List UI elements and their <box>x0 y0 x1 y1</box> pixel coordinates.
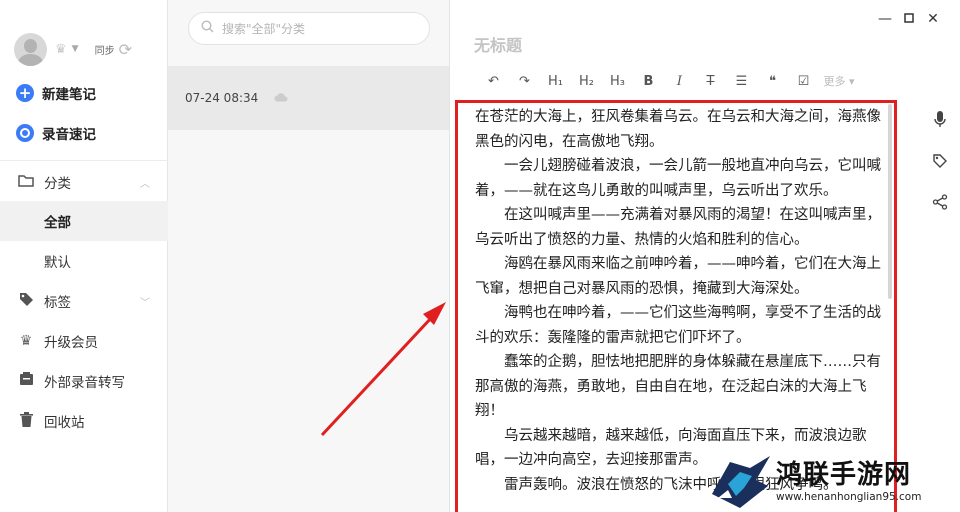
chevron-down-icon: ▾ <box>848 75 855 88</box>
cloud-icon <box>274 91 288 106</box>
paragraph: 一会儿翅膀碰着波浪，一会儿箭一般地直冲向乌云，它叫喊着，——就在这鸟儿勇敢的叫喊… <box>475 158 881 199</box>
sidebar: ♛ ▼ 同步 ⟳ + 新建笔记 录音速记 分类 ︿ 全部 默认 标签 ﹀ ♛ 升… <box>0 0 168 512</box>
note-title-input[interactable]: 无标题 <box>474 32 522 56</box>
sidebar-item-label: 默认 <box>44 255 71 271</box>
note-date: 07-24 08:34 <box>185 91 259 105</box>
more-label: 更多 <box>823 75 846 88</box>
crown-icon: ♛ <box>19 333 33 349</box>
watermark: 鸿联手游网 www.henanhonglian95.com <box>710 451 960 512</box>
voice-note-button[interactable]: 录音速记 <box>16 122 166 144</box>
folder-icon <box>18 174 34 191</box>
more-button[interactable]: 更多 ▾ <box>819 73 859 89</box>
quote-button[interactable]: ❝ <box>757 74 788 89</box>
record-icon <box>16 124 34 142</box>
crown-icon[interactable]: ♛ <box>55 42 67 57</box>
align-icon[interactable]: ☰ <box>726 74 757 89</box>
sync-label[interactable]: 同步 <box>95 42 115 57</box>
trash-icon <box>18 411 34 431</box>
sidebar-divider <box>0 160 168 161</box>
chevron-down-icon[interactable]: ▼ <box>72 44 79 54</box>
search-box[interactable] <box>188 12 430 45</box>
share-icon[interactable] <box>930 194 950 214</box>
watermark-logo <box>712 455 770 508</box>
paragraph: 在苍茫的大海上，狂风卷集着乌云。在乌云和大海之间，海燕像黑色的闪电，在高傲地飞翔… <box>475 109 881 150</box>
maximize-icon[interactable] <box>900 10 918 28</box>
tag-icon <box>18 292 34 311</box>
new-note-button[interactable]: + 新建笔记 <box>16 82 166 104</box>
editor-panel: — ✕ 无标题 ↶ ↷ H₁ H₂ H₃ B I T ☰ ❝ ☑ 更多 ▾ 在苍… <box>450 0 960 512</box>
sidebar-item-label: 回收站 <box>44 415 85 431</box>
sidebar-item-label: 外部录音转写 <box>44 375 125 391</box>
search-input[interactable] <box>222 21 412 36</box>
sidebar-item-trash[interactable]: 回收站 <box>0 401 168 441</box>
sidebar-item-tags[interactable]: 标签 ﹀ <box>0 281 168 321</box>
chevron-down-icon[interactable]: ﹀ <box>140 294 150 309</box>
heading1-button[interactable]: H₁ <box>540 74 571 89</box>
chevron-up-icon[interactable]: ︿ <box>140 175 150 190</box>
paragraph: 在这叫喊声里——充满着对暴风雨的渴望！在这叫喊声里，乌云听出了愤怒的力量、热情的… <box>475 207 881 248</box>
sidebar-item-default[interactable]: 默认 <box>0 241 168 281</box>
sidebar-item-upgrade[interactable]: ♛ 升级会员 <box>0 321 168 361</box>
microphone-icon[interactable] <box>930 111 950 132</box>
close-icon[interactable]: ✕ <box>924 10 942 28</box>
heading2-button[interactable]: H₂ <box>571 74 602 89</box>
sidebar-item-transcribe[interactable]: 外部录音转写 <box>0 361 168 401</box>
note-body[interactable]: 在苍茫的大海上，狂风卷集着乌云。在乌云和大海之间，海燕像黑色的闪电，在高傲地飞翔… <box>458 103 894 497</box>
search-icon <box>201 20 214 37</box>
redo-icon[interactable]: ↷ <box>509 74 540 89</box>
scrollbar[interactable] <box>888 104 892 299</box>
profile-bar: ♛ ▼ 同步 ⟳ <box>14 32 164 66</box>
bold-button[interactable]: B <box>633 74 664 89</box>
sidebar-item-label: 分类 <box>44 176 71 192</box>
italic-button[interactable]: I <box>664 74 695 89</box>
voice-note-label: 录音速记 <box>42 127 96 143</box>
paragraph: 海鸥在暴风雨来临之前呻吟着，——呻吟着，它们在大海上飞窜，想把自己对暴风雨的恐惧… <box>475 256 881 297</box>
heading3-button[interactable]: H₃ <box>602 74 633 89</box>
tag-icon[interactable] <box>930 153 950 173</box>
new-note-label: 新建笔记 <box>42 87 96 103</box>
checkbox-icon[interactable]: ☑ <box>788 74 819 89</box>
sidebar-item-label: 标签 <box>44 295 71 311</box>
watermark-url: www.henanhonglian95.com <box>776 490 922 503</box>
avatar[interactable] <box>14 32 47 66</box>
note-list-panel: 07-24 08:34 <box>168 0 450 512</box>
sidebar-item-category[interactable]: 分类 ︿ <box>0 162 168 202</box>
watermark-text: 鸿联手游网 www.henanhonglian95.com <box>776 460 921 504</box>
undo-icon[interactable]: ↶ <box>478 74 509 89</box>
paragraph: 蠢笨的企鹅，胆怯地把肥胖的身体躲藏在悬崖底下……只有那高傲的海燕，勇敢地，自由自… <box>475 354 881 419</box>
minimize-icon[interactable]: — <box>876 10 894 28</box>
plus-circle-icon: + <box>16 84 34 102</box>
sidebar-item-label: 升级会员 <box>44 335 98 351</box>
sidebar-item-all[interactable]: 全部 <box>0 201 168 241</box>
paragraph: 海鸭也在呻吟着，——它们这些海鸭啊，享受不了生活的战斗的欢乐：轰隆隆的雷声就把它… <box>475 305 881 346</box>
sidebar-item-label: 全部 <box>44 215 71 231</box>
watermark-name: 鸿联手游网 <box>776 459 912 490</box>
sync-icon[interactable]: ⟳ <box>119 40 132 59</box>
recorder-icon <box>18 372 34 390</box>
format-toolbar: ↶ ↷ H₁ H₂ H₃ B I T ☰ ❝ ☑ 更多 ▾ <box>478 70 859 92</box>
strikethrough-button[interactable]: T <box>695 74 726 89</box>
list-item[interactable]: 07-24 08:34 <box>168 66 449 130</box>
